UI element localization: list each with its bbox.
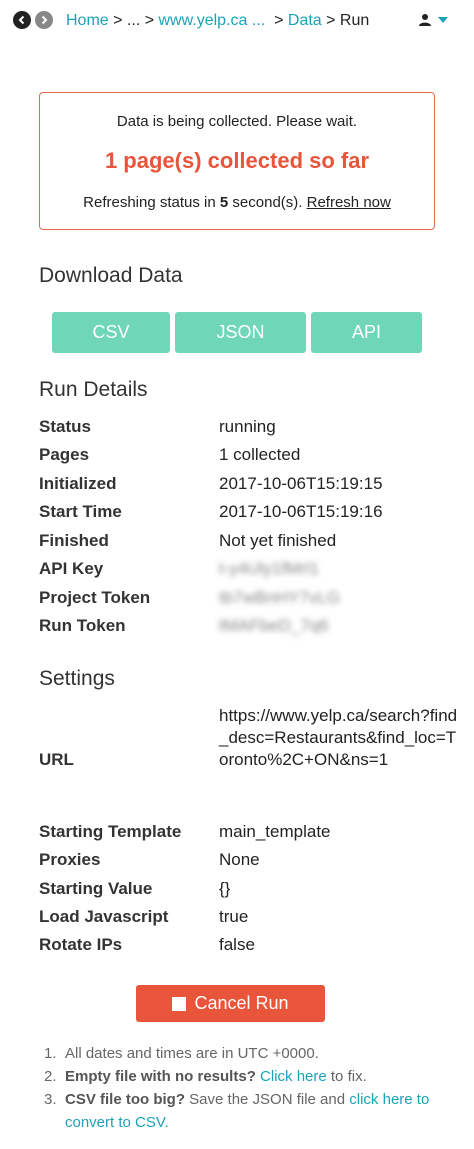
- load-javascript-label: Load Javascript: [39, 907, 169, 926]
- start-time-label: Start Time: [39, 502, 122, 521]
- list-item: 3. CSV file too big? Save the JSON file a…: [44, 1088, 454, 1134]
- refresh-suffix: second(s).: [228, 194, 307, 211]
- breadcrumb-ellipsis[interactable]: ...: [127, 12, 140, 29]
- settings-heading: Settings: [39, 667, 115, 690]
- breadcrumb-site[interactable]: www.yelp.ca ...: [159, 12, 266, 29]
- note-bold: Empty file with no results?: [65, 1068, 256, 1085]
- initialized-label: Initialized: [39, 474, 117, 493]
- status-label: Status: [39, 417, 91, 436]
- api-button[interactable]: API: [311, 312, 422, 353]
- list-item: 1. All dates and times are in UTC +0000.: [44, 1042, 454, 1065]
- caret-down-icon: [438, 17, 448, 23]
- back-button[interactable]: [13, 11, 31, 29]
- starting-template-value: main_template: [219, 822, 331, 841]
- note-number: 2.: [44, 1068, 57, 1085]
- top-nav: Home > ... > www.yelp.ca ... > Data > Ru…: [0, 0, 474, 44]
- initialized-value: 2017-10-06T15:19:15: [219, 474, 383, 493]
- status-message: Data is being collected. Please wait.: [116, 113, 358, 130]
- run-token-value: tMAFbeD_7q6: [219, 616, 329, 635]
- starting-value-value: {}: [219, 879, 231, 898]
- start-time-value: 2017-10-06T15:19:16: [219, 502, 383, 521]
- breadcrumb-separator: >: [108, 12, 127, 29]
- starting-template-label: Starting Template: [39, 822, 182, 841]
- project-token-label: Project Token: [39, 588, 151, 607]
- run-details-heading: Run Details: [39, 378, 148, 401]
- project-token-value: tb7wBnHY7vLG: [219, 588, 340, 607]
- download-heading: Download Data: [39, 264, 183, 287]
- api-key-value: t-y4Uly1fMrl1: [219, 559, 320, 578]
- load-javascript-value: true: [219, 907, 249, 926]
- url-value: https://www.yelp.ca/search?find_desc=Res…: [219, 706, 458, 769]
- pages-value: 1 collected: [219, 445, 301, 464]
- breadcrumb-separator: >: [269, 12, 288, 29]
- collection-status-box: Data is being collected. Please wait. 1 …: [39, 92, 435, 230]
- json-button[interactable]: JSON: [175, 312, 306, 353]
- breadcrumb-separator: >: [140, 12, 159, 29]
- url-label: URL: [39, 750, 74, 769]
- user-icon: [419, 14, 431, 26]
- proxies-label: Proxies: [39, 850, 101, 869]
- rotate-ips-value: false: [219, 935, 255, 954]
- note-text: to fix.: [326, 1068, 367, 1085]
- note-text: Save the JSON file and: [185, 1091, 350, 1108]
- finished-value: Not yet finished: [219, 531, 337, 550]
- proxies-value: None: [219, 850, 260, 869]
- fix-empty-file-link[interactable]: Click here: [260, 1068, 327, 1085]
- notes-list: 1. All dates and times are in UTC +0000. …: [44, 1042, 454, 1134]
- cancel-run-button[interactable]: Cancel Run: [136, 985, 325, 1022]
- user-menu[interactable]: [418, 13, 448, 27]
- breadcrumb-home[interactable]: Home: [66, 12, 109, 29]
- pages-collected: 1 page(s) collected so far: [104, 148, 370, 173]
- pages-label: Pages: [39, 445, 90, 464]
- api-key-label: API Key: [39, 559, 104, 578]
- refresh-status: Refreshing status in 5 second(s). Refres…: [40, 194, 434, 211]
- note-number: 3.: [44, 1091, 57, 1108]
- rotate-ips-label: Rotate IPs: [39, 935, 123, 954]
- stop-icon: [172, 996, 187, 1011]
- refresh-now-link[interactable]: Refresh now: [307, 194, 391, 211]
- breadcrumb-separator: >: [321, 12, 340, 29]
- run-token-label: Run Token: [39, 616, 126, 635]
- breadcrumb: Home > ... > www.yelp.ca ... > Data > Ru…: [66, 11, 369, 31]
- note-number: 1.: [44, 1045, 57, 1062]
- chevron-right-icon: [41, 15, 48, 25]
- breadcrumb-data[interactable]: Data: [288, 12, 322, 29]
- cancel-run-label: Cancel Run: [194, 993, 289, 1013]
- finished-label: Finished: [39, 531, 109, 550]
- note-text: All dates and times are in UTC +0000.: [65, 1045, 319, 1062]
- list-item: 2. Empty file with no results? Click here…: [44, 1065, 454, 1088]
- refresh-seconds: 5: [219, 194, 229, 211]
- csv-button[interactable]: CSV: [52, 312, 170, 353]
- note-bold: CSV file too big?: [65, 1091, 185, 1108]
- breadcrumb-current: Run: [339, 12, 370, 29]
- forward-button[interactable]: [35, 11, 53, 29]
- starting-value-label: Starting Value: [39, 879, 153, 898]
- chevron-left-icon: [18, 15, 25, 25]
- status-value: running: [219, 417, 276, 436]
- refresh-prefix: Refreshing status in: [83, 194, 220, 211]
